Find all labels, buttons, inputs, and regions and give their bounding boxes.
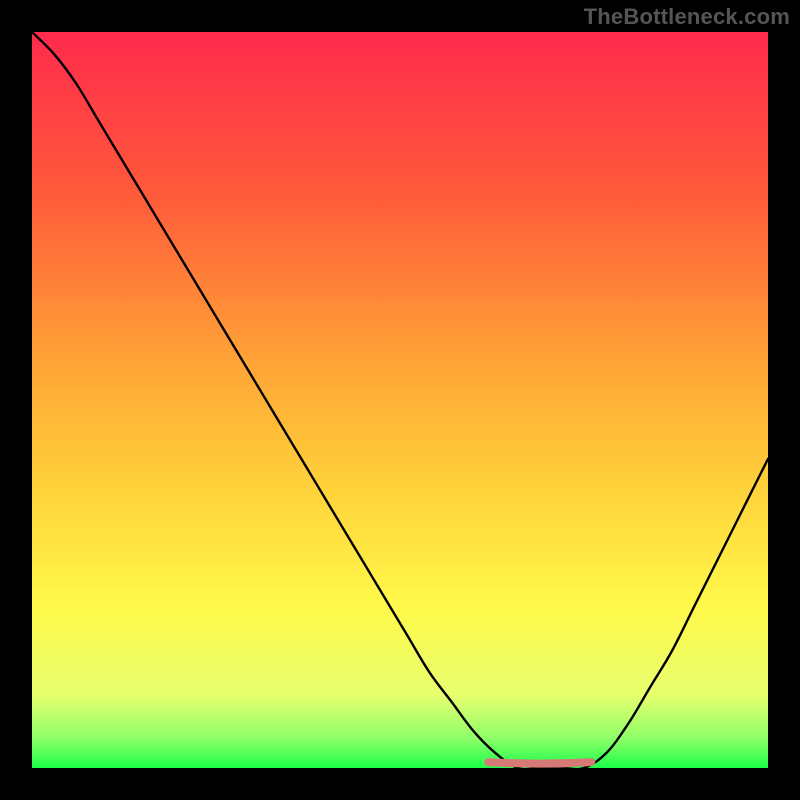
gradient-rect: [32, 32, 768, 768]
watermark-text: TheBottleneck.com: [584, 4, 790, 30]
chart-container: TheBottleneck.com: [0, 0, 800, 800]
chart-background: [32, 32, 768, 768]
